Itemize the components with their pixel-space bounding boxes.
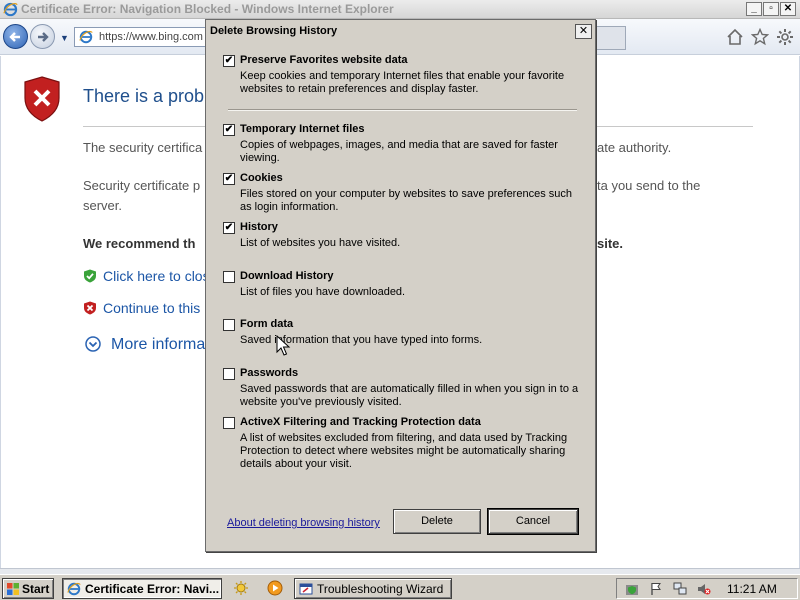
body-text: Security certificate p: [83, 178, 201, 193]
flag-icon[interactable]: [649, 582, 663, 596]
taskbar-item-troubleshooting-wizard[interactable]: Troubleshooting Wizard: [294, 578, 452, 599]
body-text: server.: [83, 198, 123, 213]
option-title[interactable]: Cookies: [240, 172, 283, 184]
network-icon[interactable]: [673, 582, 687, 596]
checkbox[interactable]: ✔: [223, 124, 235, 136]
delete-button[interactable]: Delete: [393, 509, 481, 534]
option-description: List of files you have downloaded.: [240, 286, 406, 298]
home-icon[interactable]: [726, 28, 744, 46]
dialog-titlebar: Delete Browsing History ✕: [207, 21, 594, 43]
media-player-icon[interactable]: [267, 580, 283, 596]
address-bar-button[interactable]: [596, 26, 626, 50]
clock[interactable]: 11:21 AM: [727, 582, 777, 596]
option-description: Keep cookies and temporary Internet file…: [240, 70, 565, 95]
arrow-left-icon: [9, 32, 20, 42]
shield-error-icon: [84, 301, 96, 315]
windows-logo-icon: [7, 583, 19, 595]
window-title: Certificate Error: Navigation Blocked - …: [21, 2, 394, 16]
mouse-cursor-icon: [276, 335, 291, 356]
internet-explorer-icon: [67, 582, 81, 596]
forward-button[interactable]: [30, 24, 55, 49]
checkbox[interactable]: ✔: [223, 55, 235, 67]
minimize-button[interactable]: _: [746, 2, 762, 16]
body-text: ate authority.: [597, 140, 672, 155]
internet-explorer-icon: [79, 30, 93, 44]
gear-icon[interactable]: [776, 28, 794, 46]
body-text: The security certifica: [83, 140, 203, 155]
maximize-button[interactable]: ▫: [763, 2, 779, 16]
explorer-icon[interactable]: [233, 580, 249, 596]
checkbox[interactable]: ✔: [223, 222, 235, 234]
continue-to-site-link[interactable]: Continue to this: [103, 300, 200, 316]
volume-muted-icon[interactable]: [697, 582, 711, 596]
window-titlebar: Certificate Error: Navigation Blocked - …: [0, 0, 800, 19]
system-tray: 11:21 AM: [616, 578, 798, 599]
security-shield-icon[interactable]: [625, 582, 639, 596]
close-icon[interactable]: ✕: [575, 24, 592, 39]
back-button[interactable]: [3, 24, 28, 49]
recommendation-text: We recommend th: [83, 236, 196, 251]
start-button[interactable]: Start: [2, 578, 54, 599]
taskbar-item-internet-explorer[interactable]: Certificate Error: Navi...: [62, 578, 222, 599]
option-description: Saved passwords that are automatically f…: [240, 383, 579, 408]
shield-check-icon: [84, 269, 96, 283]
option-title[interactable]: Temporary Internet files: [240, 123, 365, 135]
taskbar-item-label: Troubleshooting Wizard: [317, 582, 444, 596]
recommendation-text: site.: [597, 236, 624, 251]
taskbar: Start Certificate Error: Navi... Trouble…: [0, 574, 800, 600]
about-deleting-history-link[interactable]: About deleting browsing history: [227, 517, 380, 529]
internet-explorer-icon: [3, 2, 18, 17]
option-title[interactable]: History: [240, 221, 278, 233]
option-description: A list of websites excluded from filteri…: [240, 432, 568, 470]
cancel-button[interactable]: Cancel: [487, 508, 579, 535]
option-title[interactable]: Preserve Favorites website data: [240, 54, 408, 66]
dialog-title: Delete Browsing History: [210, 25, 338, 37]
arrow-right-icon: [38, 32, 49, 42]
option-description: Copies of webpages, images, and media th…: [240, 139, 558, 164]
chevron-down-icon[interactable]: ▼: [60, 33, 69, 43]
shield-error-icon: [24, 76, 60, 122]
wizard-icon: [299, 583, 313, 595]
checkbox[interactable]: [223, 368, 235, 380]
option-description: List of websites you have visited.: [240, 237, 401, 249]
divider: [228, 109, 577, 111]
checkbox[interactable]: [223, 417, 235, 429]
checkbox[interactable]: ✔: [223, 173, 235, 185]
more-information-link[interactable]: More informa: [111, 336, 205, 354]
close-window-button[interactable]: ✕: [780, 2, 796, 16]
address-bar[interactable]: https://www.bing.com: [74, 27, 206, 47]
address-text[interactable]: https://www.bing.com: [99, 31, 203, 43]
option-title[interactable]: ActiveX Filtering and Tracking Protectio…: [240, 416, 481, 428]
option-title[interactable]: Download History: [240, 270, 334, 282]
option-title[interactable]: Form data: [240, 318, 293, 330]
star-icon[interactable]: [751, 28, 769, 46]
delete-browsing-history-dialog: Delete Browsing History ✕ ✔ Preserve Fav…: [205, 19, 596, 552]
taskbar-item-label: Certificate Error: Navi...: [85, 582, 220, 596]
body-text: ta you send to the: [597, 178, 701, 193]
page-title: There is a probl: [83, 86, 209, 106]
checkbox[interactable]: [223, 319, 235, 331]
start-label: Start: [22, 582, 50, 596]
close-page-link[interactable]: Click here to clos: [103, 268, 210, 284]
option-title[interactable]: Passwords: [240, 367, 298, 379]
expand-circle-icon[interactable]: [85, 336, 101, 352]
checkbox[interactable]: [223, 271, 235, 283]
option-description: Files stored on your computer by website…: [240, 188, 572, 213]
